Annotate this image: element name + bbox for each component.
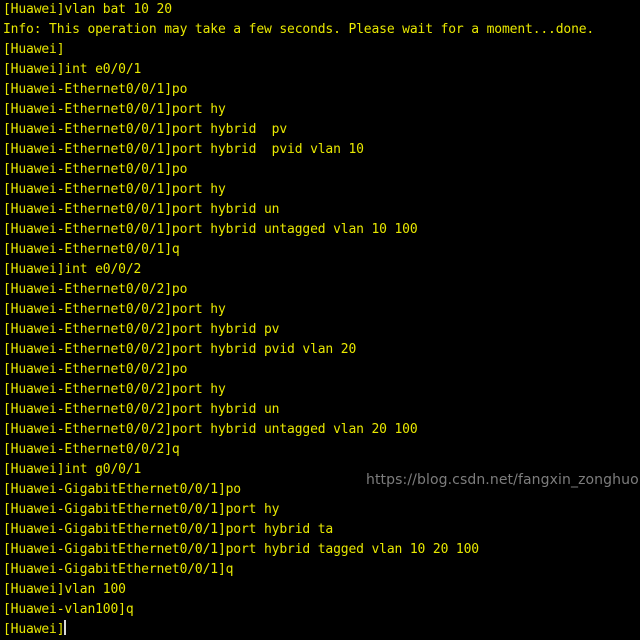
terminal-line: [Huawei-GigabitEthernet0/0/1]port hy [3, 502, 280, 517]
terminal-line: [Huawei] [3, 42, 65, 57]
terminal-line: [Huawei-Ethernet0/0/2]po [3, 282, 188, 297]
terminal-window[interactable]: [Huawei]vlan bat 10 20 Info: This operati… [0, 0, 640, 637]
terminal-line: [Huawei-GigabitEthernet0/0/1]q [3, 562, 234, 577]
terminal-line: [Huawei-Ethernet0/0/2]port hy [3, 302, 226, 317]
terminal-line: [Huawei-Ethernet0/0/1]po [3, 82, 188, 97]
terminal-line: [Huawei-Ethernet0/0/2]port hy [3, 382, 226, 397]
watermark-text: https://blog.csdn.net/fangxin_zonghuo [366, 472, 639, 488]
terminal-line: [Huawei-GigabitEthernet0/0/1]port hybrid… [3, 522, 334, 537]
terminal-line: [Huawei-Ethernet0/0/1]po [3, 162, 188, 177]
terminal-line: [Huawei-Ethernet0/0/1]port hy [3, 182, 226, 197]
text-cursor [64, 620, 67, 635]
console-output: [Huawei]vlan bat 10 20 Info: This operati… [3, 0, 640, 640]
terminal-line: [Huawei-Ethernet0/0/1]port hybrid pvid v… [3, 142, 364, 157]
terminal-prompt-text: [Huawei] [3, 622, 65, 637]
terminal-line: [Huawei]int e0/0/2 [3, 262, 142, 277]
terminal-line: [Huawei-Ethernet0/0/2]port hybrid un [3, 402, 280, 417]
terminal-line: [Huawei-Ethernet0/0/2]port hybrid untagg… [3, 422, 418, 437]
terminal-line: [Huawei-Ethernet0/0/2]port hybrid pv [3, 322, 280, 337]
terminal-line: [Huawei-Ethernet0/0/2]po [3, 362, 188, 377]
terminal-line: [Huawei-Ethernet0/0/1]q [3, 242, 180, 257]
terminal-line: [Huawei]vlan bat 10 20 [3, 2, 172, 17]
terminal-line: [Huawei-vlan100]q [3, 602, 134, 617]
terminal-line: [Huawei]int e0/0/1 [3, 62, 142, 77]
terminal-prompt-line[interactable]: [Huawei] [3, 620, 640, 640]
terminal-line: [Huawei-Ethernet0/0/1]port hy [3, 102, 226, 117]
terminal-line: [Huawei-Ethernet0/0/2]port hybrid pvid v… [3, 342, 357, 357]
terminal-line: [Huawei-Ethernet0/0/1]port hybrid un [3, 202, 280, 217]
terminal-line: [Huawei]vlan 100 [3, 582, 126, 597]
terminal-line: [Huawei-Ethernet0/0/1]port hybrid untagg… [3, 222, 418, 237]
terminal-line: [Huawei-Ethernet0/0/1]port hybrid pv [3, 122, 288, 137]
terminal-line: [Huawei-Ethernet0/0/2]q [3, 442, 180, 457]
terminal-line: Info: This operation may take a few seco… [3, 22, 595, 37]
terminal-line: [Huawei-GigabitEthernet0/0/1]port hybrid… [3, 542, 479, 557]
